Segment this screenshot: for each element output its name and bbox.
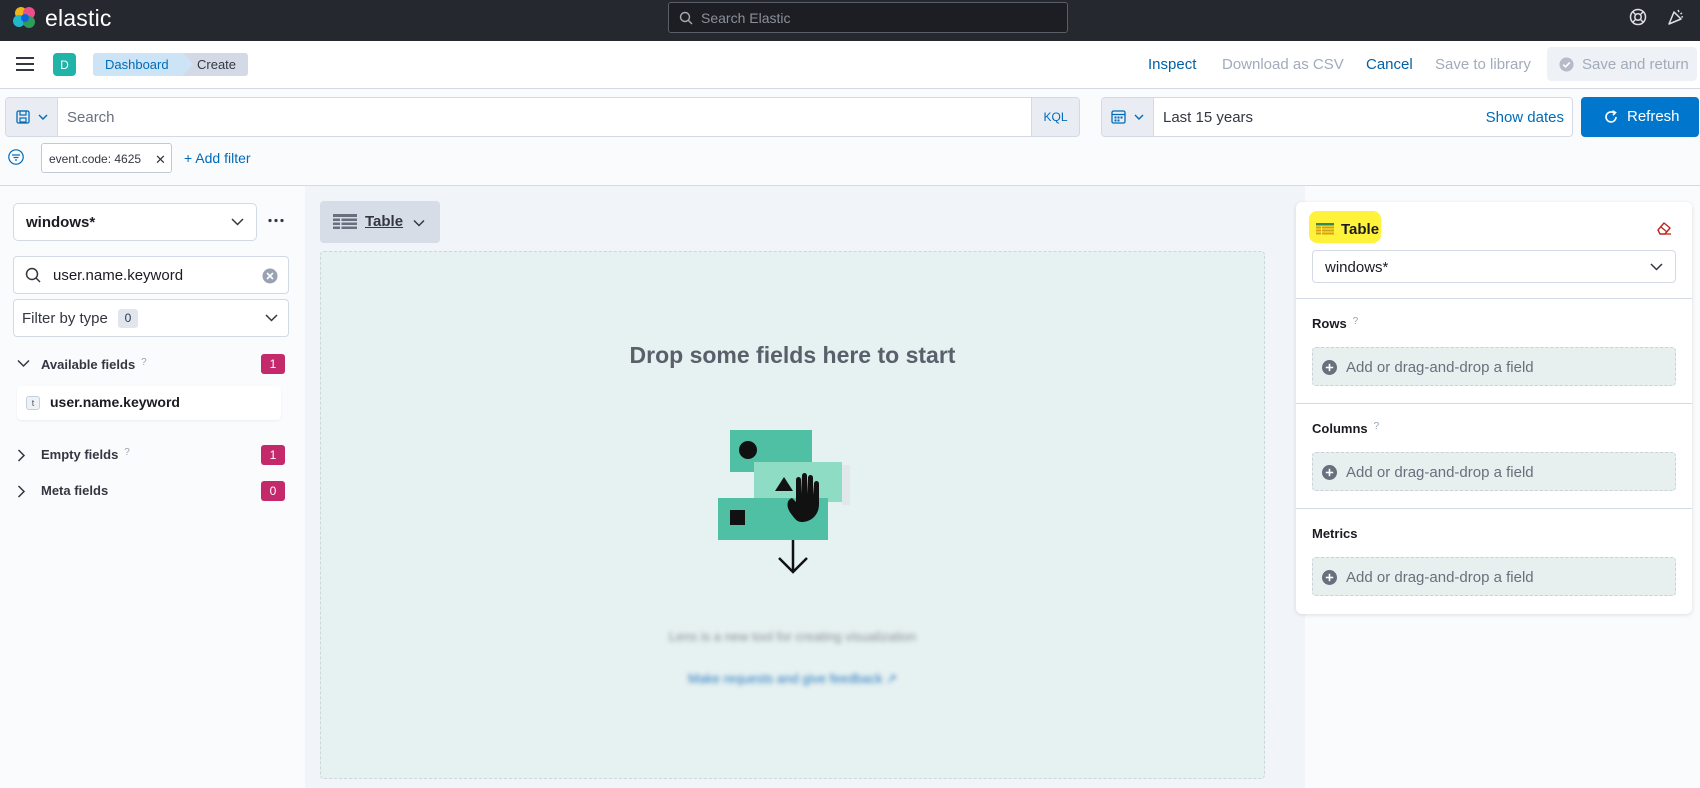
date-range-text[interactable]: Last 15 years [1163, 109, 1253, 126]
columns-label: Columns? [1312, 421, 1380, 436]
cancel-button[interactable]: Cancel [1366, 56, 1413, 73]
chevron-down-icon [1134, 114, 1144, 120]
filter-by-type-button[interactable]: Filter by type 0 [13, 299, 289, 337]
refresh-icon [1605, 110, 1617, 123]
global-header: elastic Search Elastic [0, 0, 1700, 41]
field-name: user.name.keyword [50, 394, 180, 410]
space-avatar[interactable]: D [53, 53, 76, 76]
breadcrumb-dashboard[interactable]: Dashboard [93, 53, 193, 76]
search-icon [25, 267, 41, 283]
app-toolbar: D Create Dashboard Inspect Download as C… [0, 41, 1700, 89]
rows-placeholder: Add or drag-and-drop a field [1346, 359, 1534, 376]
global-search-input[interactable]: Search Elastic [668, 2, 1068, 33]
drag-drop-illustration [718, 430, 850, 574]
download-csv-button[interactable]: Download as CSV [1222, 56, 1344, 73]
layer-index-pattern-value: windows* [1325, 259, 1389, 276]
field-item[interactable]: t user.name.keyword [17, 386, 281, 420]
columns-dropzone[interactable]: Add or drag-and-drop a field [1312, 452, 1676, 491]
save-and-return-label: Save and return [1582, 56, 1689, 73]
elastic-logo[interactable] [12, 5, 38, 31]
help-mark-icon: ? [124, 447, 130, 458]
brand-name: elastic [45, 5, 112, 31]
metrics-label: Metrics [1312, 526, 1358, 541]
help-mark-icon: ? [1352, 316, 1359, 327]
search-icon [679, 11, 693, 25]
field-search-input[interactable]: user.name.keyword [13, 256, 289, 294]
available-fields-count: 1 [261, 354, 285, 374]
help-mark-icon: ? [141, 357, 147, 368]
index-pattern-value: windows* [26, 214, 96, 231]
query-input[interactable]: Search [67, 109, 115, 126]
metrics-placeholder: Add or drag-and-drop a field [1346, 569, 1534, 586]
check-circle-icon [1559, 57, 1574, 72]
show-dates-button[interactable]: Show dates [1486, 109, 1564, 126]
rows-label: Rows? [1312, 316, 1359, 331]
chevron-right-icon [17, 449, 26, 462]
meta-fields-label: Meta fields [41, 483, 109, 498]
chart-switch-label: Table [365, 213, 404, 230]
global-search-placeholder: Search Elastic [701, 10, 791, 26]
blurred-feedback-link[interactable]: Make requests and give feedback ↗ [320, 671, 1265, 687]
help-mark-icon: ? [1373, 421, 1380, 432]
filter-pill[interactable]: event.code: 4625 ✕ [41, 143, 172, 173]
save-icon [16, 110, 30, 124]
index-pattern-select[interactable]: windows* [13, 203, 257, 241]
refresh-button[interactable]: Refresh [1581, 97, 1699, 137]
rows-dropzone[interactable]: Add or drag-and-drop a field [1312, 347, 1676, 386]
chevron-down-icon [1650, 263, 1663, 271]
calendar-icon [1111, 110, 1126, 124]
add-filter-button[interactable]: + Add filter [184, 150, 251, 166]
chevron-right-icon [17, 485, 26, 498]
filter-by-type-count: 0 [118, 309, 138, 328]
query-bar: Search KQL [5, 97, 1080, 137]
layer-type-label[interactable]: Table [1341, 221, 1379, 238]
saved-query-button[interactable] [6, 98, 58, 136]
table-icon [333, 214, 357, 229]
filter-pill-label: event.code: 4625 [49, 152, 142, 166]
chevron-down-icon [265, 314, 278, 322]
columns-placeholder: Add or drag-and-drop a field [1346, 464, 1534, 481]
save-and-return-button[interactable]: Save and return [1547, 47, 1697, 81]
chevron-down-icon [231, 218, 244, 226]
plus-circle-icon [1322, 570, 1337, 585]
date-picker: Last 15 years Show dates [1101, 97, 1573, 137]
layer-index-pattern-select[interactable]: windows* [1312, 250, 1676, 283]
divider [1296, 508, 1692, 509]
query-language-button[interactable]: KQL [1031, 98, 1079, 136]
meta-fields-count: 0 [261, 481, 285, 501]
refresh-label: Refresh [1627, 108, 1680, 125]
filter-by-type-label: Filter by type [22, 310, 108, 327]
divider [1296, 298, 1692, 299]
metrics-dropzone[interactable]: Add or drag-and-drop a field [1312, 557, 1676, 596]
help-icon[interactable] [1629, 8, 1647, 26]
chevron-down-icon [413, 219, 425, 227]
close-icon[interactable]: ✕ [155, 152, 166, 168]
blurred-help-text: Lens is a new tool for creating visualiz… [668, 629, 917, 644]
plus-circle-icon [1322, 465, 1337, 480]
plus-circle-icon [1322, 360, 1337, 375]
filter-icon[interactable] [8, 149, 24, 165]
chart-switch-button[interactable]: Table [320, 201, 440, 243]
available-fields-label: Available fields [41, 357, 136, 372]
string-type-icon: t [26, 396, 40, 410]
chevron-down-icon [38, 114, 48, 120]
save-to-library-button[interactable]: Save to library [1435, 56, 1531, 73]
more-options-icon[interactable] [268, 218, 284, 223]
clear-icon[interactable] [262, 268, 278, 284]
field-search-value: user.name.keyword [53, 267, 184, 284]
eraser-icon[interactable] [1656, 221, 1672, 235]
inspect-button[interactable]: Inspect [1148, 56, 1196, 73]
chevron-down-icon [17, 359, 30, 368]
newsfeed-icon[interactable] [1667, 8, 1685, 26]
empty-fields-label: Empty fields [41, 447, 119, 462]
menu-icon[interactable] [16, 57, 34, 71]
quick-menu-button[interactable] [1102, 98, 1154, 136]
divider [1296, 403, 1692, 404]
dropzone-title: Drop some fields here to start [629, 342, 956, 368]
empty-fields-count: 1 [261, 445, 285, 465]
table-icon [1316, 223, 1334, 235]
